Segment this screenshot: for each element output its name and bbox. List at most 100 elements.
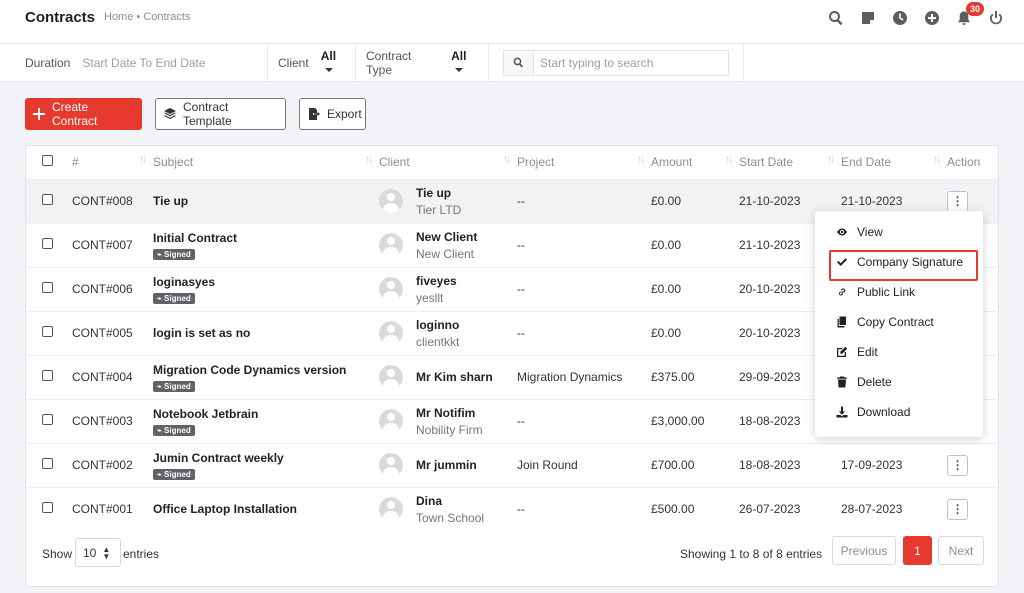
trash-icon: [835, 376, 849, 388]
pagination-previous-button[interactable]: Previous: [832, 536, 896, 565]
contract-subject[interactable]: Migration Code Dynamics version: [153, 363, 379, 377]
row-action-button[interactable]: ⋮: [947, 190, 968, 212]
pagination-page-1[interactable]: 1: [903, 536, 932, 565]
client-company: Nobility Firm: [416, 422, 483, 437]
menu-item-company-signature[interactable]: Company Signature: [815, 247, 983, 281]
search-icon[interactable]: [826, 8, 846, 28]
project-cell: --: [517, 398, 651, 443]
column-header-subject[interactable]: Subject ↑↓: [153, 146, 379, 179]
row-checkbox[interactable]: [42, 194, 53, 205]
entries-per-page-value: 10: [83, 545, 97, 560]
column-header-end-date[interactable]: End Date ↑↓: [841, 146, 947, 179]
row-action-button[interactable]: ⋮: [947, 498, 968, 520]
contract-type-select[interactable]: All: [451, 49, 478, 77]
contract-template-button[interactable]: Contract Template: [155, 98, 286, 130]
column-header-label: End Date: [841, 155, 892, 170]
client-select[interactable]: All: [321, 49, 345, 77]
contract-id: CONT#006: [72, 266, 153, 311]
menu-item-view[interactable]: View: [815, 217, 983, 247]
row-checkbox[interactable]: [42, 282, 53, 293]
subject-cell: Tie up: [153, 178, 379, 223]
filter-bar: Duration Start Date To End Date Client A…: [0, 43, 1024, 82]
client-cell: Tie up Tier LTD: [379, 178, 517, 223]
client-cell: Mr jummin: [379, 442, 517, 487]
column-header-amount[interactable]: Amount ↑↓: [651, 146, 739, 179]
contract-id: CONT#007: [72, 222, 153, 267]
contract-id: CONT#008: [72, 178, 153, 223]
column-header-id[interactable]: # ↑↓: [72, 146, 153, 179]
menu-item-download[interactable]: Download: [815, 397, 983, 427]
entries-per-page-select[interactable]: 10 ▲ ▼: [75, 538, 121, 567]
row-select-cell: [26, 178, 72, 223]
clock-icon[interactable]: [890, 8, 910, 28]
client-block: fiveyes yesllt: [379, 274, 517, 305]
duration-value[interactable]: Start Date To End Date: [82, 56, 205, 70]
contract-type-select-value: All: [451, 48, 467, 63]
table-footer: Show 10 ▲ ▼ entries Showing 1 to 8 of 8 e…: [26, 536, 998, 572]
client-company: clientkkt: [416, 334, 460, 349]
menu-item-public-link[interactable]: Public Link: [815, 277, 983, 307]
pagination-next-button[interactable]: Next: [938, 536, 984, 565]
contract-subject[interactable]: loginasyes: [153, 275, 379, 289]
menu-item-edit[interactable]: Edit: [815, 337, 983, 367]
client-company: Town School: [416, 510, 485, 525]
contract-subject[interactable]: login is set as no: [153, 326, 379, 340]
client-name[interactable]: loginno: [416, 318, 459, 332]
create-contract-button[interactable]: Create Contract: [25, 98, 142, 130]
client-name[interactable]: Mr Kim sharn: [416, 370, 493, 384]
power-icon[interactable]: [986, 8, 1006, 28]
column-header-start-date[interactable]: Start Date ↑↓: [739, 146, 841, 179]
row-checkbox[interactable]: [42, 238, 53, 249]
duration-filter[interactable]: Duration Start Date To End Date: [0, 43, 268, 82]
client-cell: Mr Kim sharn: [379, 354, 517, 399]
amount-cell: £3,000.00: [651, 398, 739, 443]
search-box[interactable]: [503, 49, 729, 76]
client-name[interactable]: Mr jummin: [416, 458, 477, 472]
menu-item-delete[interactable]: Delete: [815, 367, 983, 397]
search-input[interactable]: [534, 55, 724, 70]
avatar: [379, 277, 403, 301]
client-name[interactable]: Dina: [416, 494, 484, 508]
row-action-button[interactable]: ⋮: [947, 454, 968, 476]
column-header-project[interactable]: Project ↑↓: [517, 146, 651, 179]
contract-subject[interactable]: Jumin Contract weekly: [153, 451, 379, 465]
avatar: [379, 453, 403, 477]
signed-badge-label: Signed: [164, 293, 191, 303]
client-company: yesllt: [416, 290, 444, 305]
contract-id: CONT#005: [72, 310, 153, 355]
contract-subject[interactable]: Tie up: [153, 194, 379, 208]
select-all-checkbox[interactable]: [42, 155, 53, 167]
row-checkbox[interactable]: [42, 502, 53, 514]
subject-cell: Office Laptop Installation: [153, 486, 379, 531]
row-checkbox[interactable]: [42, 370, 53, 381]
client-name[interactable]: Mr Notifim: [416, 406, 483, 420]
client-name[interactable]: Tie up: [416, 186, 461, 200]
breadcrumb[interactable]: Home • Contracts: [104, 11, 190, 23]
menu-item-label: Download: [857, 405, 911, 419]
column-header-label: #: [72, 155, 79, 170]
row-checkbox[interactable]: [42, 414, 53, 425]
table-row[interactable]: CONT#002 Jumin Contract weekly ⌁ Signed Mr …: [26, 442, 998, 487]
contract-subject[interactable]: Office Laptop Installation: [153, 502, 379, 516]
plus-icon: [33, 108, 45, 120]
contract-subject[interactable]: Initial Contract: [153, 231, 379, 245]
row-checkbox[interactable]: [42, 326, 53, 337]
column-header-label: Action: [947, 155, 981, 170]
bell-icon[interactable]: 30: [954, 2, 984, 28]
row-checkbox[interactable]: [42, 458, 53, 469]
contract-subject[interactable]: Notebook Jetbrain: [153, 407, 379, 421]
client-name[interactable]: New Client: [416, 230, 477, 244]
sticky-note-icon[interactable]: [858, 8, 878, 28]
table-row[interactable]: CONT#001 Office Laptop Installation Dina To…: [26, 486, 998, 531]
client-filter[interactable]: Client All: [268, 43, 356, 82]
duration-label: Duration: [25, 55, 71, 70]
row-select-cell: [26, 266, 72, 311]
plus-circle-icon[interactable]: [922, 8, 942, 28]
column-header-client[interactable]: Client ↑↓: [379, 146, 517, 179]
menu-item-copy-contract[interactable]: Copy Contract: [815, 307, 983, 337]
contract-type-filter[interactable]: Contract Type All: [356, 43, 489, 82]
amount-cell: £500.00: [651, 486, 739, 531]
export-button[interactable]: Export: [299, 98, 366, 130]
client-name[interactable]: fiveyes: [416, 274, 457, 288]
client-block: New Client New Client: [379, 230, 517, 261]
